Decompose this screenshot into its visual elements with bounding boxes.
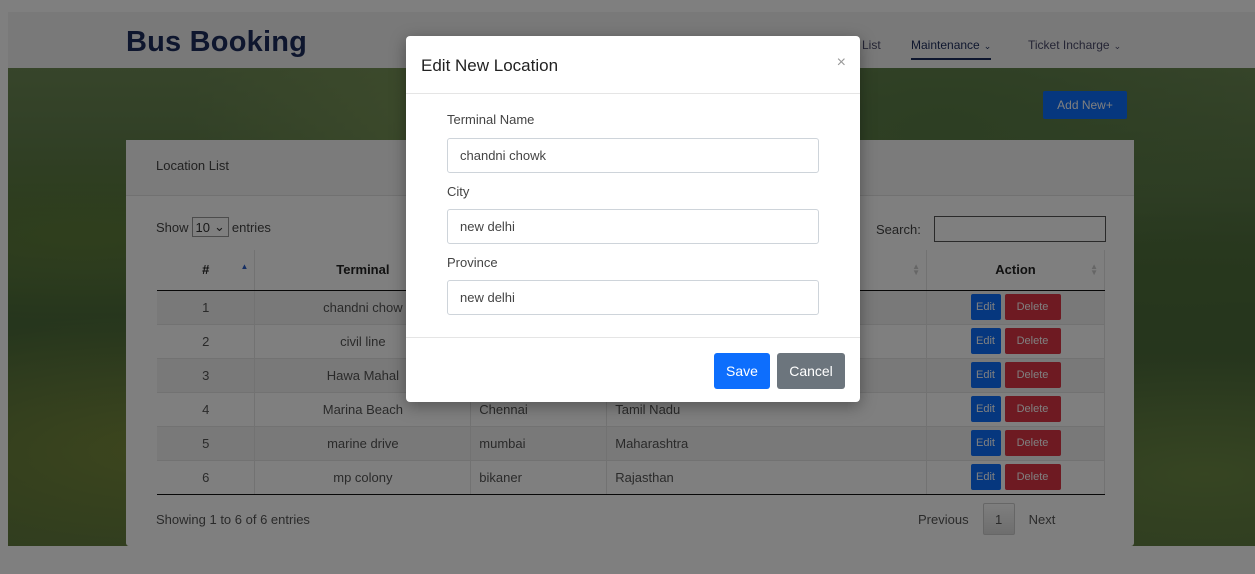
city-label: City [447, 184, 470, 199]
modal-footer-divider [406, 337, 860, 338]
terminal-name-label: Terminal Name [447, 112, 535, 127]
cancel-button[interactable]: Cancel [777, 353, 845, 389]
save-button[interactable]: Save [714, 353, 770, 389]
province-input[interactable]: new delhi [447, 280, 819, 315]
edit-location-modal: Edit New Location × Terminal Name chandn… [406, 36, 860, 402]
close-icon[interactable]: × [837, 54, 846, 72]
modal-header: Edit New Location × [406, 36, 860, 94]
city-input[interactable]: new delhi [447, 209, 819, 244]
province-label: Province [447, 255, 498, 270]
terminal-name-input[interactable]: chandni chowk [447, 138, 819, 173]
modal-title: Edit New Location [421, 56, 559, 75]
